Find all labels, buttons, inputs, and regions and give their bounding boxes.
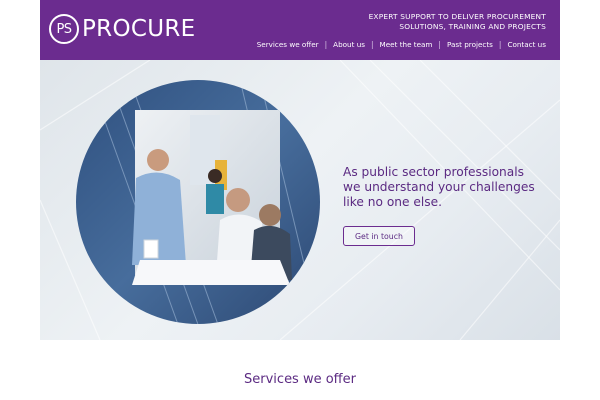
get-in-touch-button[interactable]: Get in touch <box>343 226 415 246</box>
services-heading: Services we offer <box>244 372 356 387</box>
hero-banner: As public sector professionals we unders… <box>40 60 560 340</box>
hero-photo <box>76 80 320 324</box>
site-header: PS PROCURE EXPERT SUPPORT TO DELIVER PRO… <box>40 0 560 60</box>
main-nav: Services we offer | About us | Meet the … <box>257 40 546 49</box>
nav-about[interactable]: About us <box>333 40 365 49</box>
tagline-line-2: SOLUTIONS, TRAINING AND PROJECTS <box>399 22 546 31</box>
tagline-line-1: EXPERT SUPPORT TO DELIVER PROCUREMENT <box>368 12 546 21</box>
nav-services[interactable]: Services we offer <box>257 40 319 49</box>
nav-team[interactable]: Meet the team <box>380 40 433 49</box>
nav-separator: | <box>371 40 374 49</box>
header-tagline: EXPERT SUPPORT TO DELIVER PROCUREMENT SO… <box>336 12 546 32</box>
nav-contact[interactable]: Contact us <box>507 40 546 49</box>
hero-line-3: like no one else. <box>343 195 442 209</box>
nav-separator: | <box>498 40 502 49</box>
page-frame: PS PROCURE EXPERT SUPPORT TO DELIVER PRO… <box>40 0 560 400</box>
hero-heading: As public sector professionals we unders… <box>343 165 553 210</box>
hero-line-1: As public sector professionals <box>343 165 524 179</box>
nav-separator: | <box>324 40 328 49</box>
logo-wordmark: PROCURE <box>82 16 196 42</box>
logo-mark: PS <box>49 14 79 44</box>
nav-projects[interactable]: Past projects <box>447 40 493 49</box>
logo[interactable]: PS PROCURE <box>49 13 195 45</box>
nav-separator: | <box>438 40 441 49</box>
hero-line-2: we understand your challenges <box>343 180 535 194</box>
